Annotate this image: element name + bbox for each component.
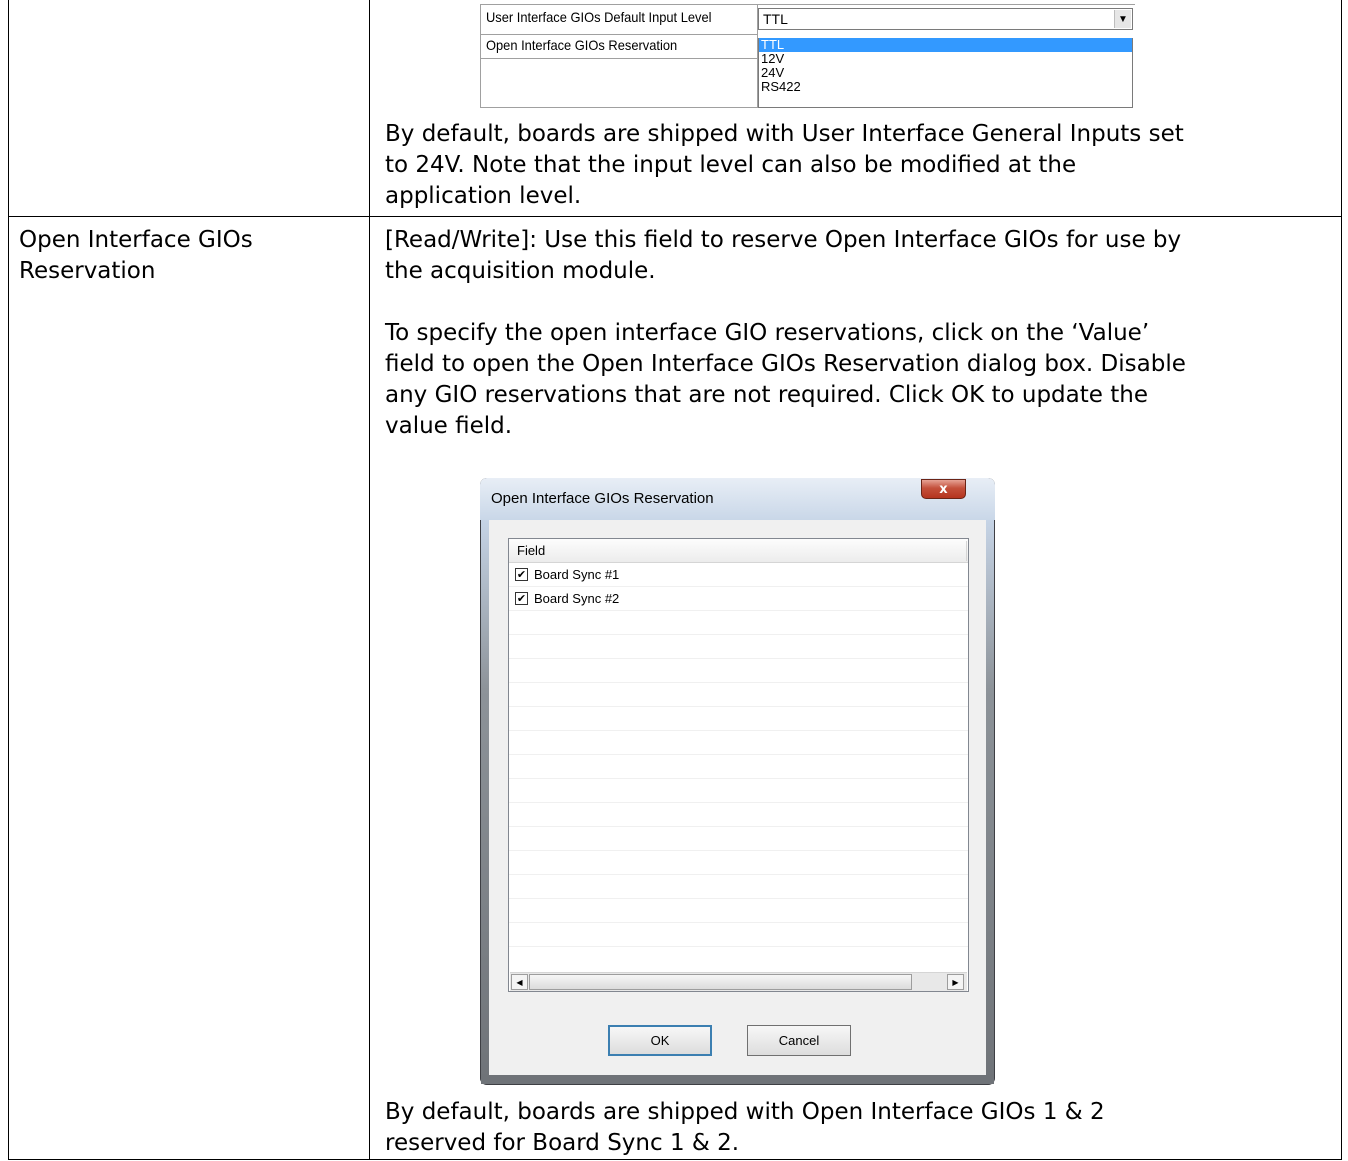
scroll-left-icon[interactable]: ◀ <box>511 974 528 990</box>
horizontal-scrollbar[interactable]: ◀ ▶ <box>510 972 967 991</box>
description-line-1: [Read/Write]: Use this field to reserve … <box>385 227 1182 253</box>
gio-default-note-2: reserved for Board Sync 1 & 2. <box>385 1130 740 1156</box>
input-level-default-note-2: to 24V. Note that the input level can al… <box>385 152 1077 178</box>
term-label-line-1: Open Interface GIOs <box>19 227 253 253</box>
instruction-line-1: To specify the open interface GIO reserv… <box>385 320 1150 346</box>
property-grid: User Interface GIOs Default Input Level … <box>480 4 1135 108</box>
property-name-gio-reservation: Open Interface GIOs Reservation <box>486 37 678 53</box>
table-row-divider <box>8 216 1342 217</box>
dropdown-option-12v[interactable]: 12V <box>759 52 1132 66</box>
chevron-down-icon[interactable]: ▼ <box>1114 10 1131 28</box>
property-name-input-level: User Interface GIOs Default Input Level <box>486 9 712 25</box>
list-item[interactable]: ✔ Board Sync #2 <box>509 587 968 611</box>
table-border-right <box>1341 0 1342 1160</box>
list-item-label: Board Sync #2 <box>534 591 620 606</box>
scroll-right-icon[interactable]: ▶ <box>947 974 964 990</box>
dialog-title: Open Interface GIOs Reservation <box>491 490 714 507</box>
list-rows: ✔ Board Sync #1 ✔ Board Sync #2 <box>509 563 968 947</box>
gio-reservation-dialog: Open Interface GIOs Reservation x Field … <box>480 478 995 1085</box>
dropdown-option-24v[interactable]: 24V <box>759 66 1132 80</box>
scrollbar-thumb[interactable] <box>529 974 912 990</box>
column-header-field: Field <box>517 543 546 558</box>
list-item[interactable]: ✔ Board Sync #1 <box>509 563 968 587</box>
input-level-combobox[interactable]: TTL ▼ <box>758 8 1133 30</box>
gio-default-note-1: By default, boards are shipped with Open… <box>385 1099 1105 1125</box>
checkbox-board-sync-2[interactable]: ✔ <box>515 592 528 605</box>
dialog-client-area: Field ✔ Board Sync #1 ✔ Board Sync #2 ◀ … <box>489 520 986 1075</box>
cancel-button[interactable]: Cancel <box>747 1025 851 1056</box>
input-level-dropdown-list: TTL 12V 24V RS422 <box>758 38 1133 108</box>
table-border-bottom <box>8 1159 1342 1160</box>
field-list[interactable]: Field ✔ Board Sync #1 ✔ Board Sync #2 ◀ … <box>508 538 969 992</box>
table-border-mid <box>369 0 370 1160</box>
list-column-header[interactable]: Field <box>509 539 968 563</box>
checkbox-board-sync-1[interactable]: ✔ <box>515 568 528 581</box>
input-level-default-note-3: application level. <box>385 183 582 209</box>
ok-button[interactable]: OK <box>608 1025 712 1056</box>
instruction-line-3: any GIO reservations that are not requir… <box>385 382 1148 408</box>
dropdown-option-ttl[interactable]: TTL <box>759 38 1132 52</box>
instruction-line-2: field to open the Open Interface GIOs Re… <box>385 351 1186 377</box>
description-line-2: the acquisition module. <box>385 258 656 284</box>
table-border-left <box>8 0 9 1160</box>
input-level-default-note-1: By default, boards are shipped with User… <box>385 121 1184 147</box>
dropdown-option-rs422[interactable]: RS422 <box>759 80 1132 94</box>
combobox-value: TTL <box>763 11 788 27</box>
instruction-line-4: value field. <box>385 413 513 439</box>
list-item-label: Board Sync #1 <box>534 567 620 582</box>
close-icon[interactable]: x <box>921 479 966 499</box>
term-label-line-2: Reservation <box>19 258 156 284</box>
